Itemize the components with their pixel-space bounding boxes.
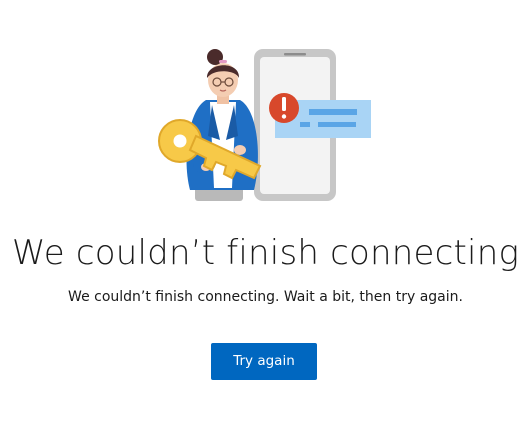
connection-error-page: We couldn’t finish connecting We couldn’… [0, 0, 531, 422]
connection-error-illustration [158, 49, 371, 201]
error-icon [269, 93, 299, 123]
page-title: We couldn’t finish connecting [11, 233, 520, 273]
person-icon [186, 49, 258, 201]
try-again-button[interactable]: Try again [211, 343, 317, 380]
error-message: We couldn’t finish connecting. Wait a bi… [68, 289, 463, 305]
